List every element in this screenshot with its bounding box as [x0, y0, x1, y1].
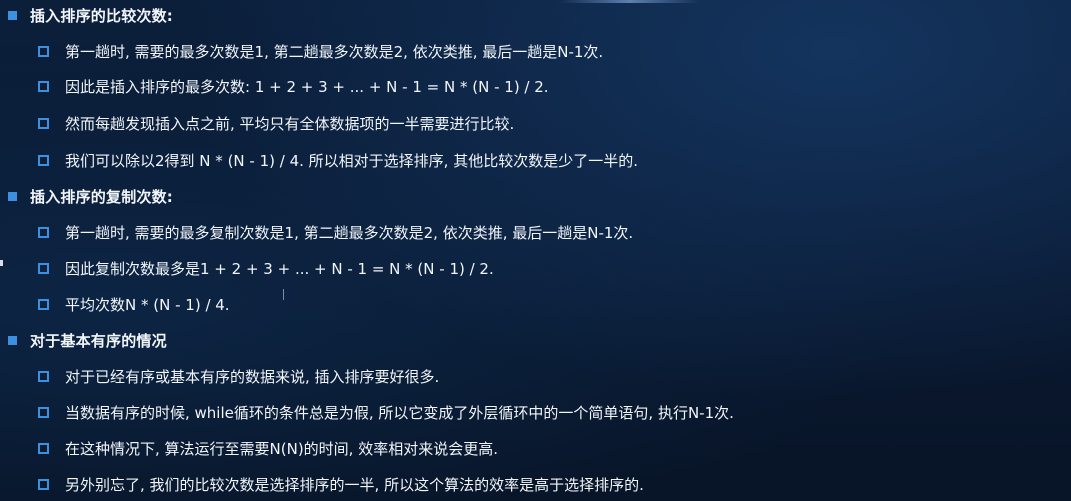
item-text: 因此是插入排序的最多次数: 1 + 2 + 3 + ... + N - 1 = … — [65, 78, 549, 96]
item-text: 在这种情况下, 算法运行至需要N(N)的时间, 效率相对来说会更高. — [65, 440, 498, 458]
list-item: 在这种情况下, 算法运行至需要N(N)的时间, 效率相对来说会更高. — [38, 438, 498, 459]
hollow-square-bullet-icon — [38, 371, 49, 382]
filled-square-bullet-icon — [8, 11, 17, 20]
hollow-square-bullet-icon — [38, 263, 49, 274]
item-text: 然而每趟发现插入点之前, 平均只有全体数据项的一半需要进行比较. — [65, 115, 515, 133]
item-text: 当数据有序的时候, while循环的条件总是为假, 所以它变成了外层循环中的一个… — [65, 404, 734, 422]
heading-text: 插入排序的复制次数: — [30, 188, 173, 206]
list-item: 另外别忘了, 我们的比较次数是选择排序的一半, 所以这个算法的效率是高于选择排序… — [38, 474, 644, 495]
hollow-square-bullet-icon — [38, 118, 49, 129]
heading-text: 对于基本有序的情况 — [30, 332, 167, 350]
item-text: 因此复制次数最多是1 + 2 + 3 + ... + N - 1 = N * (… — [65, 260, 494, 278]
heading-text: 插入排序的比较次数: — [30, 7, 173, 25]
hollow-square-bullet-icon — [38, 227, 49, 238]
list-item: 对于已经有序或基本有序的数据来说, 插入排序要好很多. — [38, 366, 439, 387]
slide: 插入排序的比较次数: 第一趟时, 需要的最多次数是1, 第二趟最多次数是2, 依… — [0, 0, 1071, 501]
list-item: 我们可以除以2得到 N * (N - 1) / 4. 所以相对于选择排序, 其他… — [38, 150, 638, 171]
list-item: 因此复制次数最多是1 + 2 + 3 + ... + N - 1 = N * (… — [38, 258, 494, 279]
hollow-square-bullet-icon — [38, 81, 49, 92]
item-text: 另外别忘了, 我们的比较次数是选择排序的一半, 所以这个算法的效率是高于选择排序… — [65, 476, 644, 494]
list-item: 第一趟时, 需要的最多复制次数是1, 第二趟最多次数是2, 依次类推, 最后一趟… — [38, 222, 633, 243]
list-item: 第一趟时, 需要的最多次数是1, 第二趟最多次数是2, 依次类推, 最后一趟是N… — [38, 41, 603, 62]
list-item: 平均次数N * (N - 1) / 4. — [38, 294, 230, 315]
list-item: 因此是插入排序的最多次数: 1 + 2 + 3 + ... + N - 1 = … — [38, 76, 549, 97]
item-text: 第一趟时, 需要的最多次数是1, 第二趟最多次数是2, 依次类推, 最后一趟是N… — [65, 43, 604, 61]
top-decoration-line — [560, 0, 700, 3]
section-heading-copies: 插入排序的复制次数: — [8, 186, 173, 207]
hollow-square-bullet-icon — [38, 407, 49, 418]
item-text: 我们可以除以2得到 N * (N - 1) / 4. 所以相对于选择排序, 其他… — [65, 152, 638, 170]
hollow-square-bullet-icon — [38, 46, 49, 57]
list-item: 然而每趟发现插入点之前, 平均只有全体数据项的一半需要进行比较. — [38, 113, 514, 134]
filled-square-bullet-icon — [8, 336, 17, 345]
item-text: 对于已经有序或基本有序的数据来说, 插入排序要好很多. — [65, 368, 440, 386]
hollow-square-bullet-icon — [38, 155, 49, 166]
text-cursor — [283, 289, 284, 300]
hollow-square-bullet-icon — [38, 479, 49, 490]
hollow-square-bullet-icon — [38, 299, 49, 310]
item-text: 平均次数N * (N - 1) / 4. — [65, 296, 230, 314]
section-heading-nearly-sorted: 对于基本有序的情况 — [8, 330, 167, 351]
filled-square-bullet-icon — [8, 192, 17, 201]
hollow-square-bullet-icon — [38, 443, 49, 454]
section-heading-comparisons: 插入排序的比较次数: — [8, 5, 173, 26]
item-text: 第一趟时, 需要的最多复制次数是1, 第二趟最多次数是2, 依次类推, 最后一趟… — [65, 224, 634, 242]
list-item: 当数据有序的时候, while循环的条件总是为假, 所以它变成了外层循环中的一个… — [38, 402, 734, 423]
edge-marker — [0, 260, 3, 266]
